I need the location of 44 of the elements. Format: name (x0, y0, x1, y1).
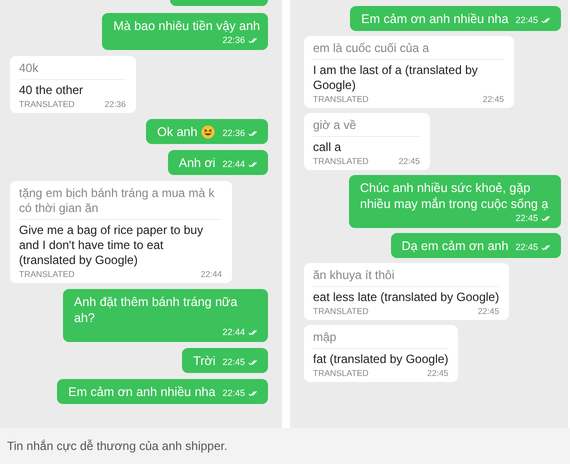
original-text: tặng em bịch bánh tráng a mua mà k có thời gian ăn (19, 186, 222, 220)
image-caption: Tin nhắn cực dễ thương của anh shipper. (7, 439, 228, 453)
laughing-emoji-icon (201, 125, 216, 139)
message-time: 22:45 (482, 94, 504, 105)
original-text: ăn khuya ít thôi (313, 268, 500, 287)
original-text: giờ a về (313, 118, 420, 137)
translated-label: TRANSLATED (313, 156, 369, 167)
message-text: Anh đặt thêm bánh tráng nữa ah? (74, 294, 238, 326)
translated-text: 40 the other (19, 83, 84, 98)
message-text: Em cảm ơn anh nhiều nha (68, 384, 216, 400)
translated-label: TRANSLATED (313, 368, 369, 379)
message-time: 22:45 (515, 14, 538, 26)
translated-text: fat (translated by Google) (313, 352, 448, 367)
message-text: Mà bao nhiêu tiền vậy anh (113, 18, 260, 34)
translated-label: TRANSLATED (19, 269, 75, 280)
message-time: 22:45 (478, 306, 500, 317)
message-time: 22:45 (398, 156, 420, 167)
translated-label: TRANSLATED (19, 99, 75, 110)
message-time: 22:45 (427, 368, 448, 379)
message-text: Trời (193, 353, 216, 369)
original-text: mập (313, 330, 448, 349)
message-time: 22:45 (222, 356, 245, 368)
translated-label: TRANSLATED (313, 94, 369, 105)
message-time: 22:45 (222, 387, 245, 399)
translated-text: I am the last of a (translated by Google) (313, 63, 479, 93)
translated-text: call a (313, 140, 342, 155)
translated-text: Give me a bag of rice paper to buy and I don't have time to eat (translated by Google) (19, 223, 204, 268)
message-time: 22:36 (222, 127, 245, 139)
message-time: 22:45 (515, 212, 538, 224)
original-text: 40k (19, 61, 126, 80)
message-time: 22:36 (104, 99, 126, 110)
message-time: 22:36 (222, 34, 245, 46)
translated-label: TRANSLATED (313, 306, 369, 317)
message-text: Chúc anh nhiều sức khoẻ, gặp nhiều may mắn trong cuộc sống ạ (360, 180, 550, 212)
message-time: 22:44 (200, 269, 222, 280)
message-text: Dạ em cảm ơn anh (402, 238, 508, 254)
message-text: Anh ơi (178, 155, 216, 171)
original-text: em là cuốc cuối của a (313, 41, 504, 60)
message-time: 22:45 (515, 241, 538, 253)
message-time: 22:44 (222, 326, 245, 338)
message-text: Em cảm ơn anh nhiều nha (361, 11, 508, 27)
message-text: Ok anh (157, 124, 198, 140)
message-time: 22:44 (222, 158, 245, 170)
translated-text: eat less late (translated by Google) (313, 290, 500, 305)
